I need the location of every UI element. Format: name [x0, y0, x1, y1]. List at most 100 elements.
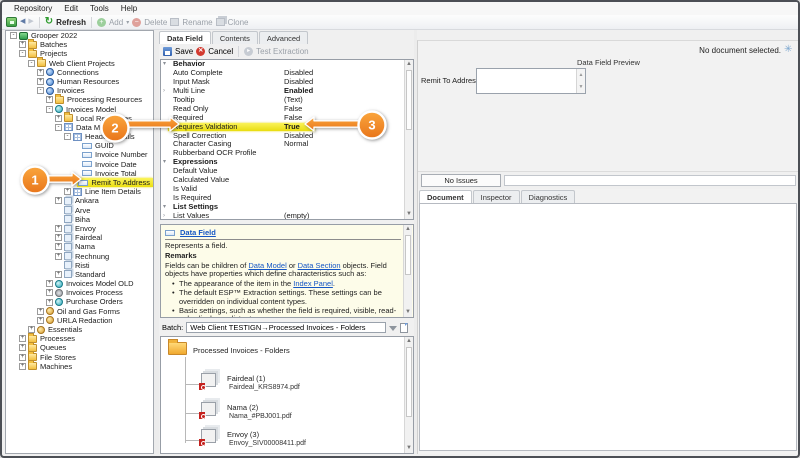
collapse-icon[interactable]: - [19, 50, 26, 57]
help-scrollbar[interactable]: ▲ ▼ [403, 225, 412, 317]
tree-item-projects[interactable]: -Projects [6, 49, 153, 58]
menu-edit[interactable]: Edit [58, 4, 84, 13]
expand-icon[interactable]: + [46, 299, 53, 306]
expand-icon[interactable]: + [55, 115, 62, 122]
navigator-icon[interactable] [6, 17, 17, 27]
scrollbar-thumb[interactable] [406, 70, 412, 130]
help-link-data-model[interactable]: Data Model [248, 261, 286, 270]
clone-icon[interactable] [216, 18, 225, 26]
expand-icon[interactable]: + [46, 280, 53, 287]
expand-icon[interactable]: + [19, 344, 26, 351]
tree-item-invoices-process[interactable]: +Invoices Process [6, 288, 153, 297]
clone-button[interactable]: Clone [228, 18, 249, 27]
section-collapse-icon[interactable]: ▾ [163, 60, 172, 69]
expand-icon[interactable]: + [46, 96, 53, 103]
tree-item-standard[interactable]: +Standard [6, 270, 153, 279]
collapse-icon[interactable]: - [28, 60, 35, 67]
section-collapse-icon[interactable]: ▾ [163, 203, 172, 212]
tree-item-connections[interactable]: +Connections [6, 68, 153, 77]
help-link-index-panel[interactable]: Index Panel [293, 279, 333, 288]
save-button[interactable]: Save [175, 47, 193, 56]
tab-diagnostics[interactable]: Diagnostics [521, 190, 576, 203]
rename-button[interactable]: Rename [182, 18, 212, 27]
property-grid-scrollbar[interactable]: ▲ ▼ [404, 60, 413, 219]
tree-item-oil-and-gas-forms[interactable]: +Oil and Gas Forms [6, 307, 153, 316]
row-expand-icon[interactable]: › [163, 212, 172, 220]
tree-item-machines[interactable]: +Machines [6, 362, 153, 371]
field-preview-input[interactable]: ▲▼ [476, 68, 586, 94]
tree-item-fairdeal[interactable]: +Fairdeal [6, 233, 153, 242]
collapse-icon[interactable]: - [46, 106, 53, 113]
batch-item-envoy-3[interactable]: Envoy (3)Envoy_SIV00008411.pdf [201, 429, 401, 454]
tree-item-nama[interactable]: +Nama [6, 242, 153, 251]
batch-item-fairdeal-1[interactable]: Fairdeal (1)Fairdeal_KRS8974.pdf [201, 373, 401, 399]
tree-item-rechnung[interactable]: +Rechnung [6, 252, 153, 261]
filter-icon[interactable] [389, 326, 397, 331]
input-scrollbar[interactable]: ▲▼ [576, 69, 585, 93]
collapse-icon[interactable]: - [10, 32, 17, 39]
property-value[interactable]: (empty) [284, 212, 309, 220]
help-link-data-section[interactable]: Data Section [298, 261, 341, 270]
refresh-button[interactable]: Refresh [56, 18, 86, 27]
expand-icon[interactable]: + [55, 271, 62, 278]
expand-icon[interactable]: + [19, 363, 26, 370]
tab-inspector[interactable]: Inspector [473, 190, 520, 203]
expand-icon[interactable]: + [37, 308, 44, 315]
property-row-calculated-value[interactable]: Calculated Value [161, 176, 413, 185]
new-document-icon[interactable] [400, 323, 408, 333]
test-extraction-button[interactable]: Test Extraction [256, 47, 308, 56]
tree-item-invoices[interactable]: -Invoices [6, 86, 153, 95]
delete-icon[interactable]: − [132, 18, 141, 27]
add-button[interactable]: Add [109, 18, 123, 27]
scroll-up-icon[interactable]: ▲ [404, 225, 412, 234]
tree-item-processing-resources[interactable]: +Processing Resources [6, 95, 153, 104]
section-collapse-icon[interactable]: ▾ [163, 158, 172, 167]
collapse-icon[interactable]: - [55, 124, 62, 131]
expand-icon[interactable]: + [37, 69, 44, 76]
forward-icon[interactable]: ▶ [28, 17, 33, 27]
row-expand-icon[interactable]: › [163, 87, 172, 96]
collapse-icon[interactable]: - [64, 133, 71, 140]
tab-advanced[interactable]: Advanced [259, 31, 308, 44]
expand-icon[interactable]: + [19, 335, 26, 342]
collapse-icon[interactable]: - [37, 87, 44, 94]
expand-icon[interactable]: + [37, 317, 44, 324]
batch-tree-scrollbar[interactable]: ▲▼ [404, 337, 413, 453]
expand-icon[interactable]: + [55, 243, 62, 250]
expand-icon[interactable]: + [19, 41, 26, 48]
menu-tools[interactable]: Tools [84, 4, 115, 13]
menu-repository[interactable]: Repository [8, 4, 58, 13]
expand-icon[interactable]: + [19, 354, 26, 361]
tab-contents[interactable]: Contents [212, 31, 258, 44]
batch-combobox[interactable]: Web Client TESTIGN→Processed Invoices - … [186, 322, 386, 333]
tree-item-envoy[interactable]: +Envoy [6, 224, 153, 233]
help-title-link[interactable]: Data Field [180, 228, 216, 237]
tree-item-purchase-orders[interactable]: +Purchase Orders [6, 297, 153, 306]
rename-icon[interactable] [170, 18, 179, 26]
add-dropdown-icon[interactable]: ▾ [126, 19, 129, 26]
expand-icon[interactable]: + [55, 225, 62, 232]
tree-splitter[interactable] [154, 30, 159, 454]
tree-item-risti[interactable]: Risti [6, 261, 153, 270]
scroll-down-icon[interactable]: ▼ [405, 210, 413, 219]
scroll-up-icon[interactable]: ▲ [405, 60, 413, 69]
tree-item-invoices-model-old[interactable]: +Invoices Model OLD [6, 279, 153, 288]
tree-item-urla-redaction[interactable]: +URLA Redaction [6, 316, 153, 325]
cancel-button[interactable]: Cancel [208, 47, 233, 56]
scroll-down-icon[interactable]: ▼ [577, 81, 585, 93]
batch-root-label[interactable]: Processed Invoices - Folders [193, 346, 290, 355]
property-row-list-values[interactable]: ›List Values(empty) [161, 212, 413, 220]
tree-item-biha[interactable]: Biha [6, 215, 153, 224]
add-icon[interactable]: + [97, 18, 106, 27]
refresh-icon[interactable]: ↻ [45, 17, 53, 27]
scroll-down-icon[interactable]: ▼ [404, 308, 412, 317]
back-icon[interactable]: ◀ [20, 17, 25, 27]
scroll-up-icon[interactable]: ▲ [577, 69, 585, 81]
tree-item-web-client-projects[interactable]: -Web Client Projects [6, 59, 153, 68]
tree-item-invoice-number[interactable]: Invoice Number [6, 150, 153, 159]
delete-button[interactable]: Delete [144, 18, 167, 27]
expand-icon[interactable]: + [55, 234, 62, 241]
tree-item-human-resources[interactable]: +Human Resources [6, 77, 153, 86]
tree-item-arve[interactable]: Arve [6, 206, 153, 215]
tab-data-field[interactable]: Data Field [159, 31, 211, 45]
